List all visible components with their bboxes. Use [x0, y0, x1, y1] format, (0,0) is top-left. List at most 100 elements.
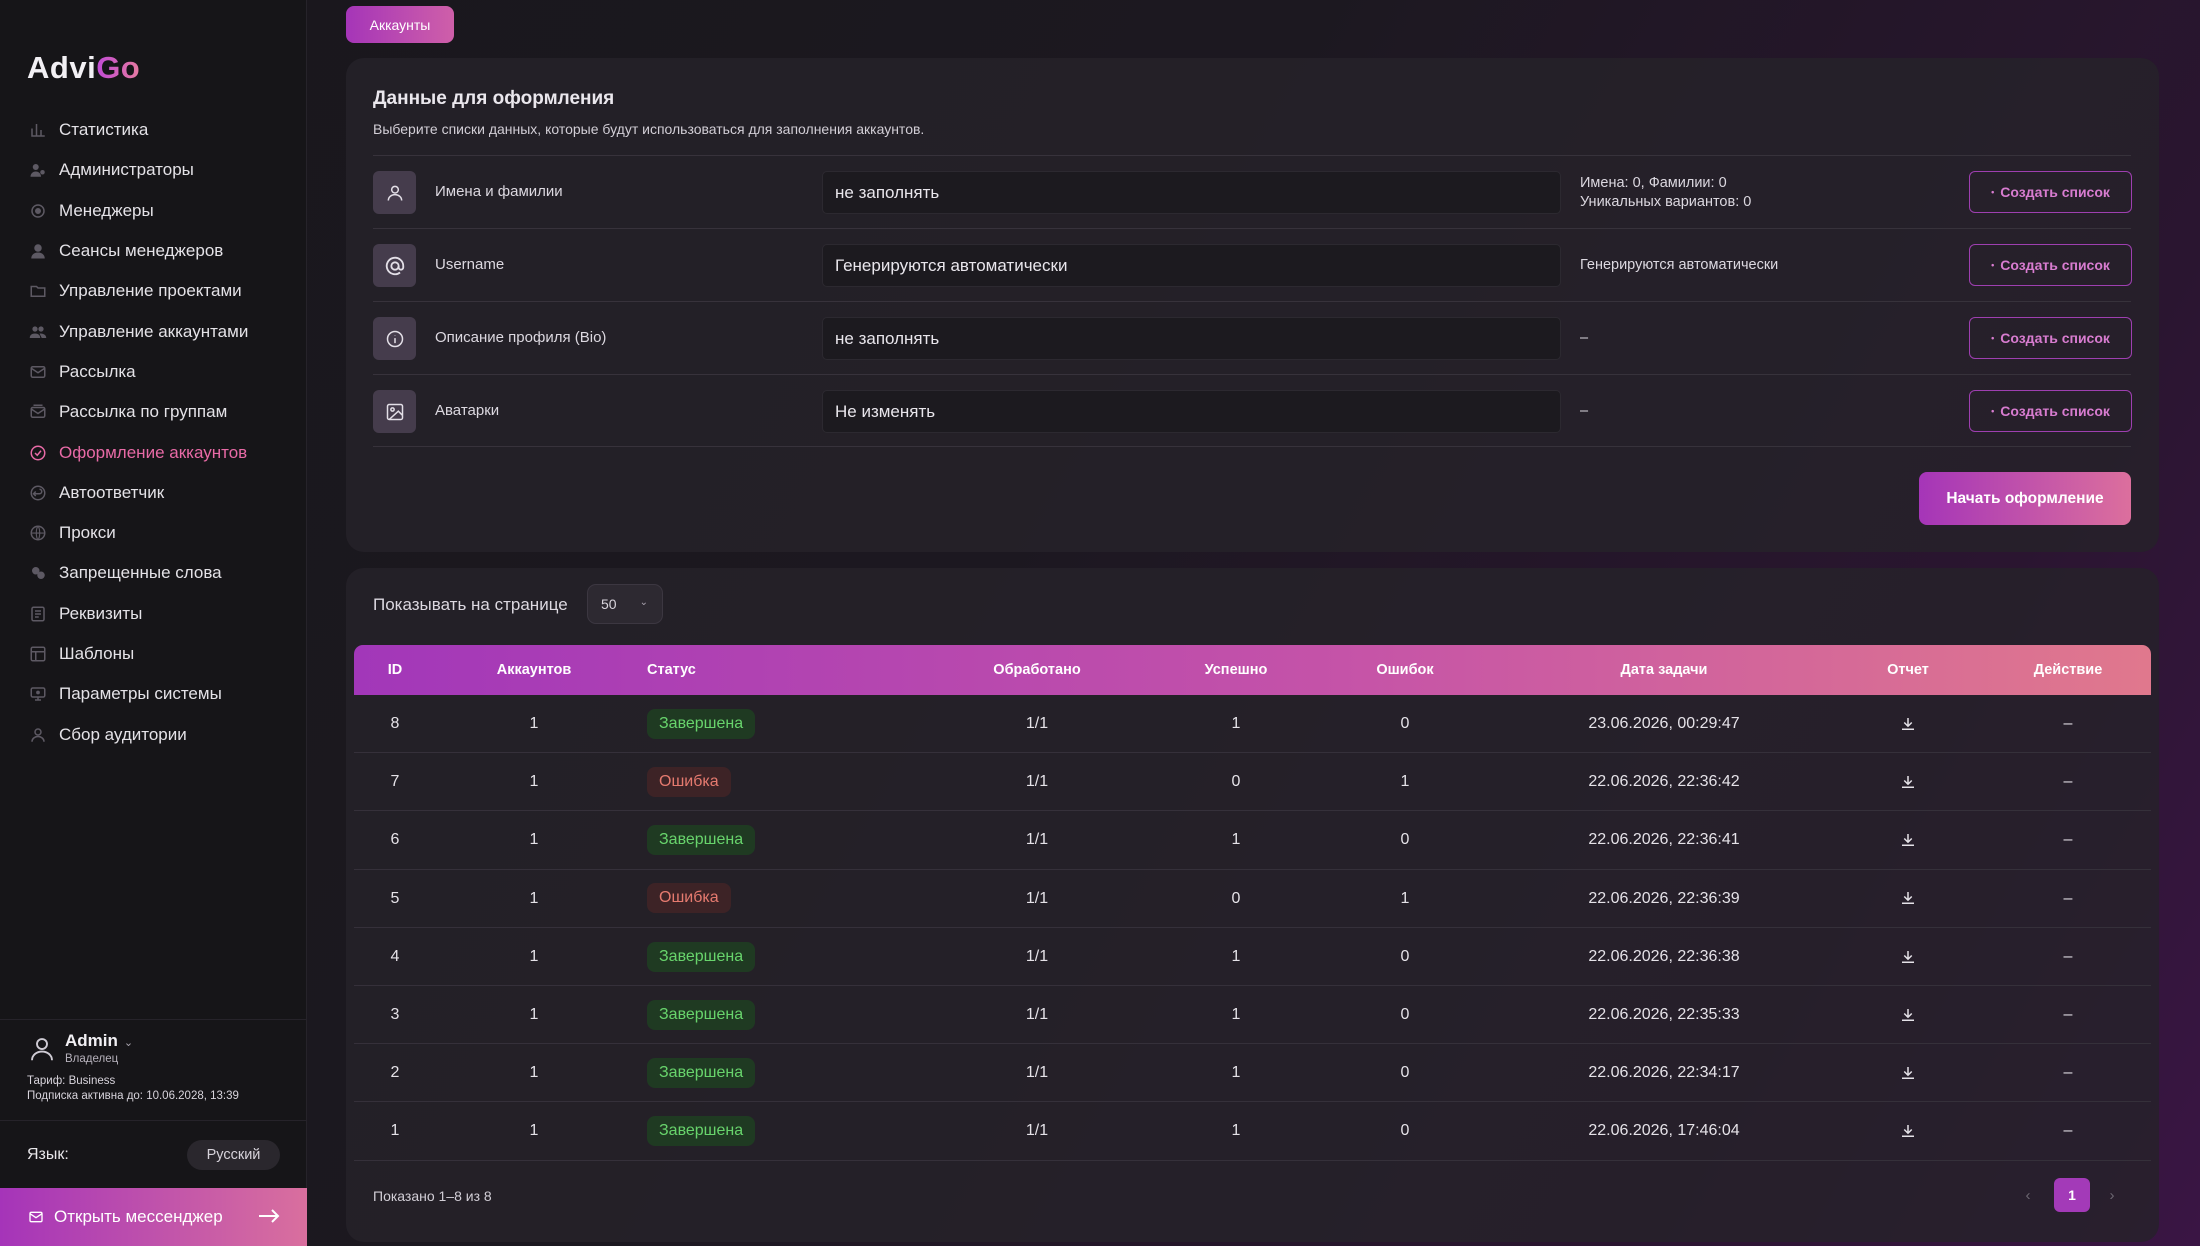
status-cell: Ошибка: [647, 870, 847, 928]
table-row: 6 1 Завершена 1/1 1 0 22.06.2026, 22:36:41–: [354, 811, 2151, 870]
design-row-label: Имена и фамилии: [435, 183, 563, 200]
sidebar-item-9[interactable]: Автоответчик: [0, 473, 307, 513]
language-label: Язык:: [27, 1146, 69, 1163]
status-cell: Завершена: [647, 1102, 847, 1160]
arrow-right-icon: [257, 1206, 281, 1231]
sidebar-item-11[interactable]: Запрещенные слова: [0, 553, 307, 593]
column-header[interactable]: ID: [315, 645, 475, 695]
pagination-next-button[interactable]: ›: [2097, 1178, 2127, 1212]
user-menu[interactable]: Admin ⌄: [65, 1031, 133, 1051]
status-badge: Завершена: [647, 708, 756, 739]
table-row: 2 1 Завершена 1/1 1 0 22.06.2026, 22:34:17–: [354, 1044, 2151, 1103]
logo-accent: Go: [96, 50, 141, 85]
status-cell: Завершена: [647, 1044, 847, 1102]
design-subtitle: Выберите списки данных, которые будут ис…: [373, 121, 925, 137]
download-icon[interactable]: [1899, 948, 1917, 966]
accounts-icon: [28, 322, 48, 342]
autoreply-icon: [28, 483, 48, 503]
pagination-page-1[interactable]: 1: [2054, 1178, 2090, 1212]
download-icon[interactable]: [1899, 831, 1917, 849]
app-logo[interactable]: AdviGo: [27, 50, 140, 86]
sidebar-item-0[interactable]: Статистика: [0, 110, 307, 150]
open-messenger-label: Открыть мессенджер: [54, 1207, 223, 1226]
dot-icon: •: [1991, 333, 1995, 343]
design-row: Описание профиля (Bio) не заполнять – • Созд…: [373, 301, 2132, 374]
download-icon[interactable]: [1899, 1064, 1917, 1082]
cell-accounts: 1: [529, 715, 539, 732]
dot-icon: •: [1991, 406, 1995, 416]
sessions-icon: [28, 241, 48, 261]
download-icon[interactable]: [1899, 1122, 1917, 1140]
open-messenger-button[interactable]: Открыть мессенджер: [0, 1188, 307, 1246]
sidebar-item-1[interactable]: Администраторы: [0, 150, 307, 190]
banned-words-icon: [28, 563, 48, 583]
cell-errors: 0: [1400, 715, 1410, 732]
column-header[interactable]: Обработано: [957, 645, 1117, 695]
proxy-icon: [28, 523, 48, 543]
language-select[interactable]: Русский: [187, 1140, 280, 1170]
sidebar-item-2[interactable]: Менеджеры: [0, 191, 307, 231]
sidebar-item-12[interactable]: Реквизиты: [0, 594, 307, 634]
tab-accounts[interactable]: Аккаунты: [346, 6, 454, 43]
sidebar-item-13[interactable]: Шаблоны: [0, 634, 307, 674]
design-row-select[interactable]: не заполнять: [822, 171, 1561, 214]
user-icon: [373, 171, 416, 214]
design-row-select[interactable]: Не изменять: [822, 390, 1561, 433]
cell-processed: 1/1: [1025, 715, 1049, 732]
pagination-prev-button[interactable]: ‹: [2013, 1178, 2043, 1212]
create-list-label: Создать список: [2000, 184, 2110, 200]
table-row: 4 1 Завершена 1/1 1 0 22.06.2026, 22:36:38–: [354, 928, 2151, 986]
cell-errors: 0: [1400, 1064, 1410, 1082]
create-list-button[interactable]: • Создать список: [1969, 317, 2132, 359]
per-page-label: Показывать на странице: [373, 595, 568, 614]
sidebar-item-5[interactable]: Управление аккаунтами: [0, 311, 307, 351]
download-icon[interactable]: [1899, 889, 1917, 907]
cell-errors: 0: [1400, 1005, 1410, 1023]
image-icon: [373, 390, 416, 433]
column-header[interactable]: Аккаунтов: [454, 645, 614, 695]
per-page-value: 50: [601, 596, 617, 612]
at-icon: [373, 244, 416, 287]
admins-icon: [28, 160, 48, 180]
sidebar-item-10[interactable]: Прокси: [0, 513, 307, 553]
start-design-button[interactable]: Начать оформление: [1919, 472, 2131, 525]
templates-icon: [28, 644, 48, 664]
per-page-select[interactable]: 50 ⌄: [587, 584, 663, 624]
download-icon[interactable]: [1899, 715, 1917, 733]
cell-action: –: [2063, 889, 2073, 907]
column-header[interactable]: Успешно: [1156, 645, 1316, 695]
sidebar-item-4[interactable]: Управление проектами: [0, 271, 307, 311]
create-list-button[interactable]: • Создать список: [1969, 244, 2132, 286]
design-row-label: Описание профиля (Bio): [435, 329, 607, 346]
sidebar-item-3[interactable]: Сеансы менеджеров: [0, 231, 307, 271]
design-row-info-line: Имена: 0, Фамилии: 0: [1580, 175, 1727, 191]
create-list-button[interactable]: • Создать список: [1969, 390, 2132, 432]
design-title: Данные для оформления: [373, 88, 615, 109]
mailing-icon: [28, 362, 48, 382]
sidebar-item-15[interactable]: Сбор аудитории: [0, 714, 307, 754]
cell-processed: 1/1: [1025, 1064, 1049, 1082]
sidebar-item-6[interactable]: Рассылка: [0, 352, 307, 392]
download-icon[interactable]: [1899, 1006, 1917, 1024]
column-header[interactable]: Действие: [1988, 645, 2148, 695]
cell-action: –: [2063, 947, 2073, 965]
column-header[interactable]: Дата задачи: [1584, 645, 1744, 695]
design-row-select[interactable]: Генерируются автоматически: [822, 244, 1561, 287]
info-icon: [373, 317, 416, 360]
sidebar-item-7[interactable]: Рассылка по группам: [0, 392, 307, 432]
cell-errors: 0: [1400, 1122, 1410, 1140]
column-header[interactable]: Отчет: [1828, 645, 1988, 695]
sidebar-item-label: Автоответчик: [59, 482, 165, 502]
cell-date: 23.06.2026, 00:29:47: [1588, 715, 1740, 732]
sidebar-item-label: Управление проектами: [59, 281, 242, 301]
column-header[interactable]: Статус: [647, 645, 767, 695]
design-row-select[interactable]: не заполнять: [822, 317, 1561, 360]
create-list-button[interactable]: • Создать список: [1969, 171, 2132, 213]
sidebar-item-8[interactable]: Оформление аккаунтов: [0, 432, 307, 472]
cell-processed: 1/1: [1025, 947, 1049, 965]
status-badge: Завершена: [647, 999, 756, 1030]
column-header[interactable]: Ошибок: [1325, 645, 1485, 695]
download-icon[interactable]: [1899, 773, 1917, 791]
sidebar-item-14[interactable]: Параметры системы: [0, 674, 307, 714]
settings-icon: [28, 684, 48, 704]
